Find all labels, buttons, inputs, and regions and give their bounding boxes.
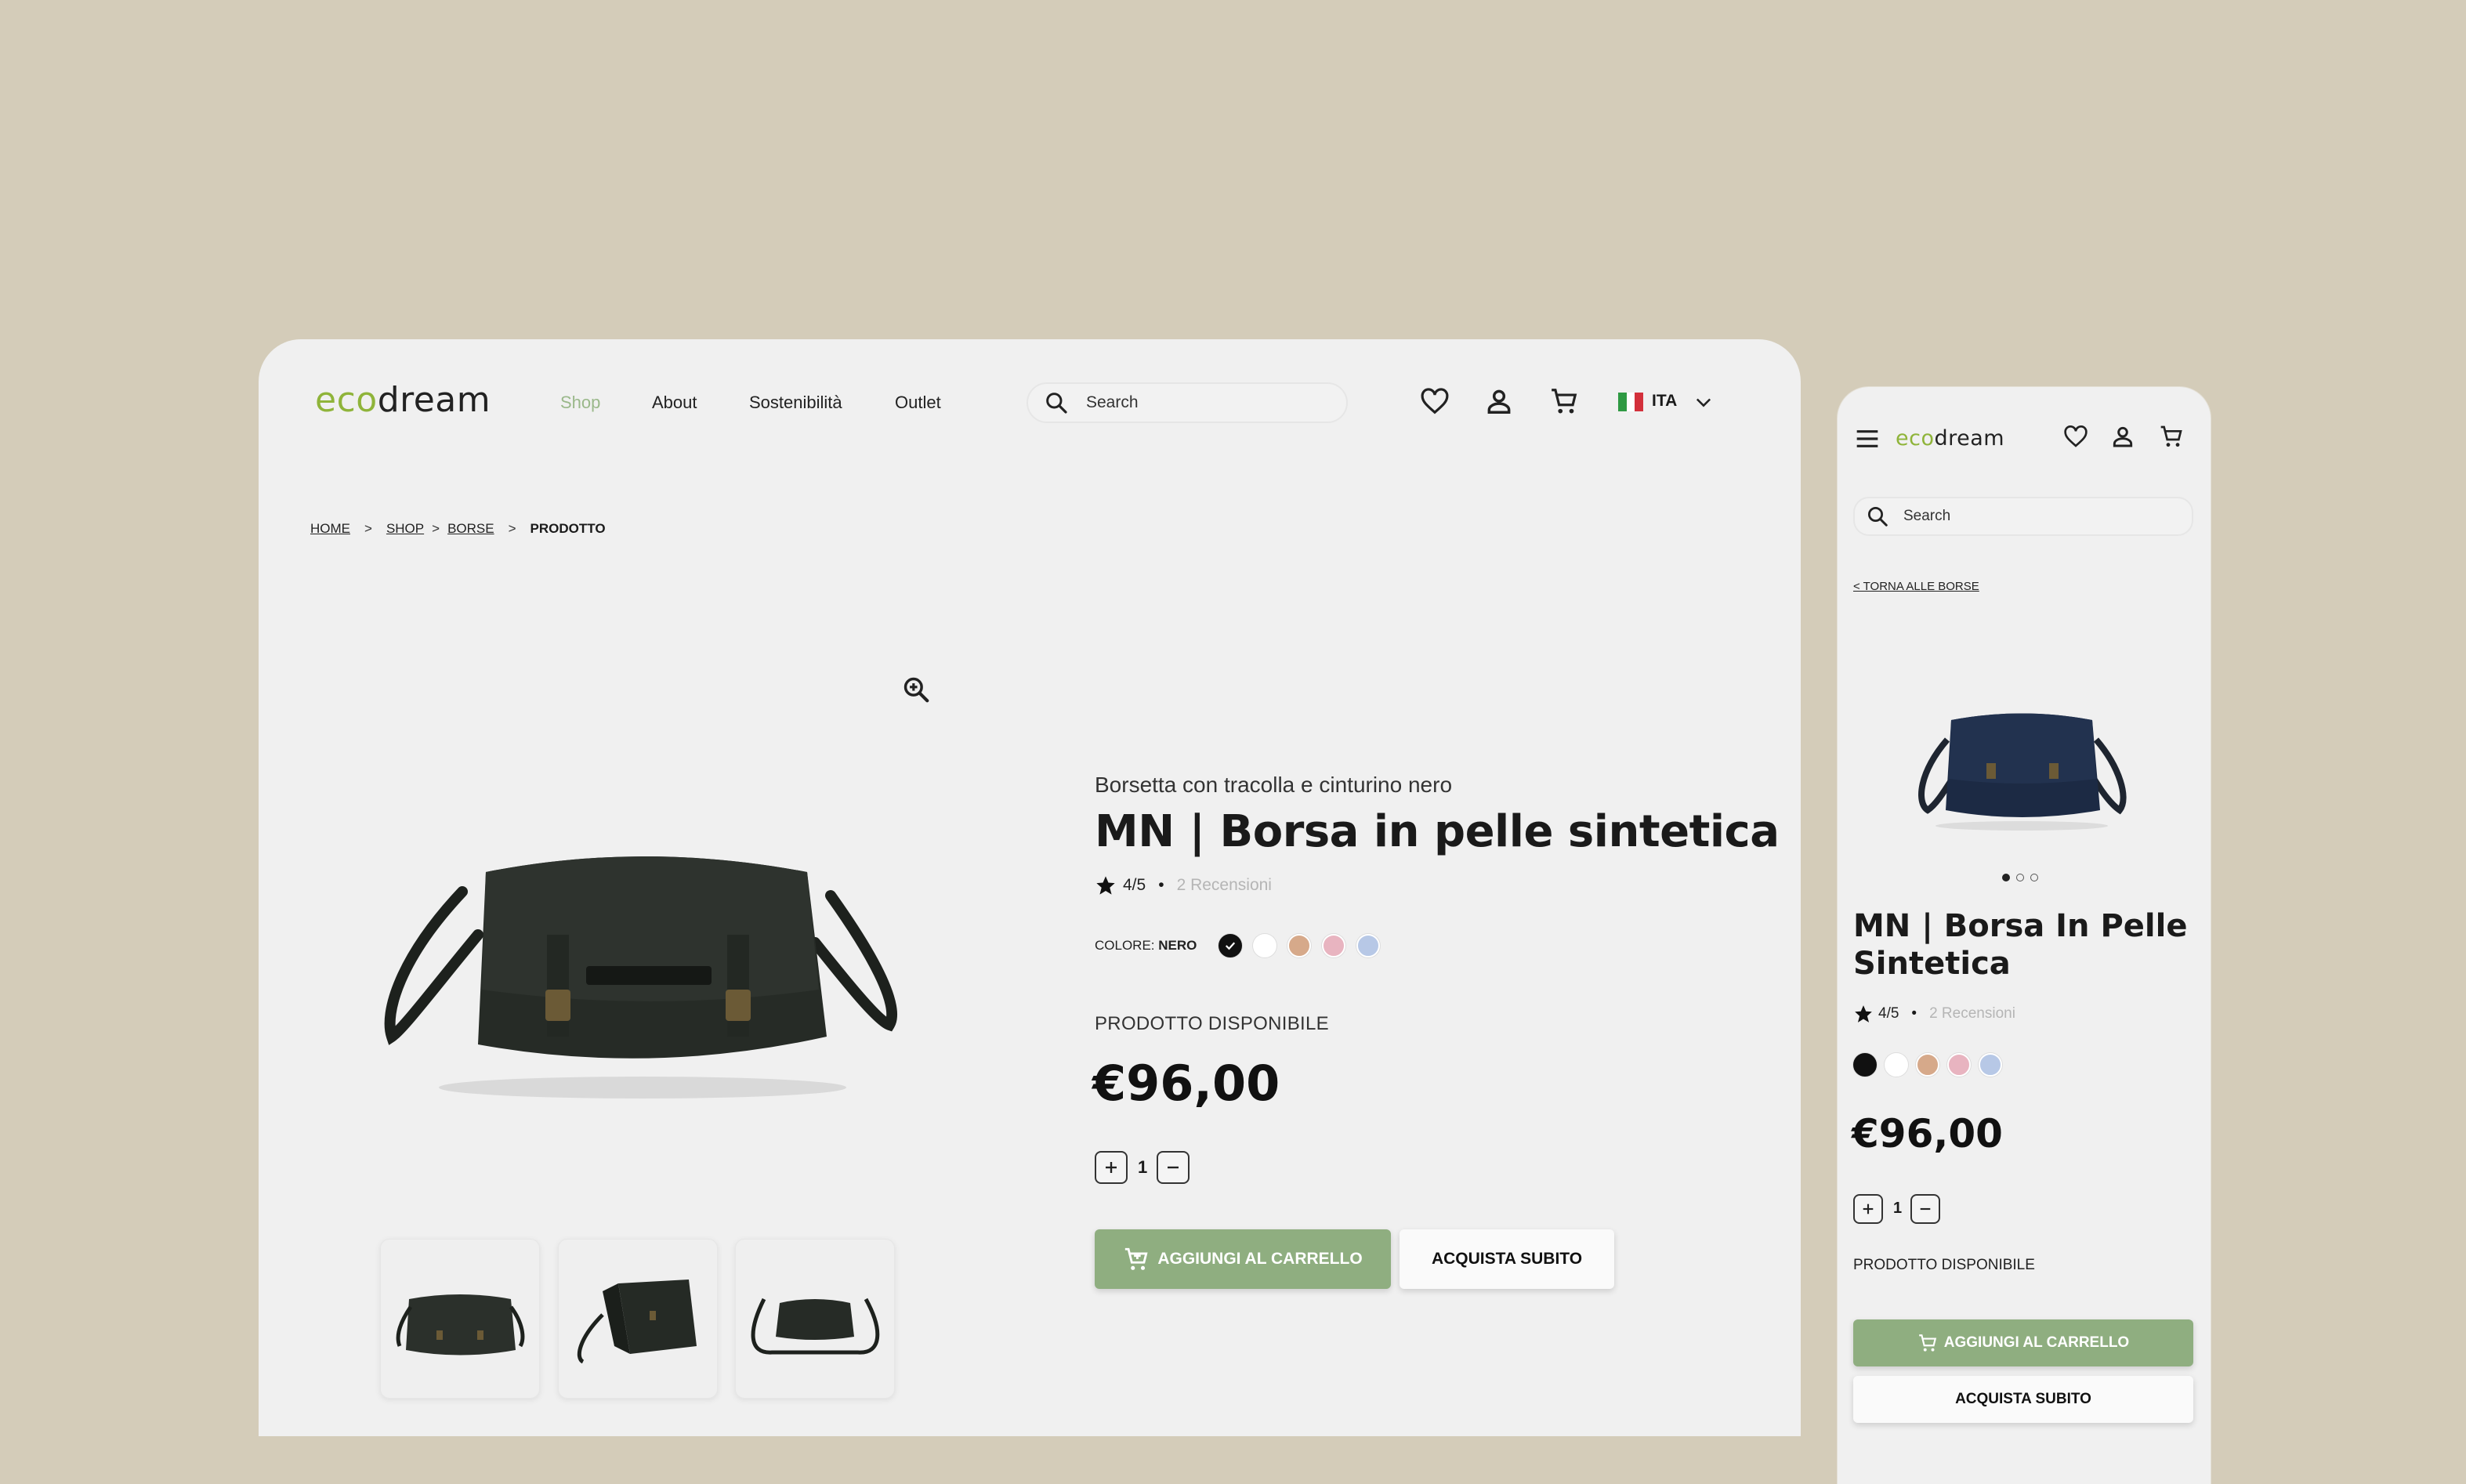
- wishlist-heart-icon[interactable]: [1420, 387, 1450, 415]
- reviews-link[interactable]: 2 Recensioni: [1177, 876, 1272, 895]
- search-input[interactable]: Search: [1853, 497, 2193, 536]
- color-swatch-white[interactable]: [1885, 1053, 1908, 1077]
- color-swatch-tan[interactable]: [1916, 1053, 1939, 1077]
- plus-icon: [1106, 1162, 1117, 1173]
- carousel-indicator: [2002, 874, 2038, 881]
- carousel-dot[interactable]: [2030, 874, 2038, 881]
- buy-now-button[interactable]: ACQUISTA SUBITO: [1400, 1229, 1614, 1289]
- rating-value: 4/5: [1123, 876, 1146, 894]
- search-placeholder: Search: [1086, 393, 1139, 411]
- add-to-cart-button[interactable]: AGGIUNGI AL CARRELLO: [1095, 1229, 1391, 1289]
- nav-shop[interactable]: Shop: [560, 393, 600, 413]
- language-selector[interactable]: ITA: [1652, 392, 1677, 411]
- star-icon: [1096, 876, 1115, 895]
- rating-value: 4/5: [1878, 1005, 1899, 1022]
- mobile-frame: ecodream Search < TORNA ALLE BORSE MN | …: [1838, 387, 2211, 1484]
- chevron-down-icon[interactable]: [1693, 391, 1715, 413]
- product-price: €96,00: [1092, 1055, 1280, 1112]
- product-main-image[interactable]: [1908, 685, 2135, 834]
- breadcrumb: HOME > SHOP > BORSE > PRODOTTO: [310, 521, 606, 537]
- product-thumbnail[interactable]: [735, 1239, 895, 1399]
- availability-status: PRODOTTO DISPONIBILE: [1853, 1257, 2035, 1273]
- quantity-increase-button[interactable]: [1853, 1194, 1883, 1224]
- color-swatch-white[interactable]: [1253, 934, 1276, 957]
- logo[interactable]: ecodream: [1896, 426, 2004, 451]
- search-icon: [1046, 393, 1067, 414]
- nav-about[interactable]: About: [652, 393, 697, 413]
- product-rating: 4/5 • 2 Recensioni: [1853, 1004, 2015, 1024]
- cart-icon[interactable]: [2159, 424, 2184, 449]
- search-input[interactable]: Search: [1027, 382, 1348, 423]
- quantity-decrease-button[interactable]: [1910, 1194, 1940, 1224]
- quantity-value: 1: [1893, 1200, 1903, 1217]
- italy-flag-icon[interactable]: [1618, 393, 1644, 411]
- color-value: NERO: [1158, 938, 1197, 953]
- account-user-icon[interactable]: [1484, 386, 1514, 416]
- color-swatch-blue[interactable]: [1356, 934, 1380, 957]
- reviews-link[interactable]: 2 Recensioni: [1929, 1005, 2015, 1023]
- color-label: COLORE: NERO: [1095, 938, 1197, 953]
- wishlist-heart-icon[interactable]: [2063, 425, 2088, 448]
- quantity-decrease-button[interactable]: [1157, 1151, 1190, 1184]
- breadcrumb-home[interactable]: HOME: [310, 521, 350, 537]
- nav-outlet[interactable]: Outlet: [895, 393, 941, 413]
- carousel-dot[interactable]: [2002, 874, 2010, 881]
- search-placeholder: Search: [1903, 508, 1951, 524]
- plus-icon: [1863, 1203, 1874, 1214]
- back-to-bags-link[interactable]: < TORNA ALLE BORSE: [1853, 580, 1979, 593]
- product-title: MN | Borsa In Pelle Sintetica: [1853, 908, 2188, 982]
- add-cart-icon: [1125, 1247, 1148, 1270]
- product-thumbnail[interactable]: [380, 1239, 540, 1399]
- color-swatch-tan[interactable]: [1287, 934, 1311, 957]
- product-subtitle: Borsetta con tracolla e cinturino nero: [1095, 773, 1453, 797]
- cart-icon[interactable]: [1549, 386, 1579, 416]
- minus-icon: [1168, 1166, 1179, 1169]
- quantity-increase-button[interactable]: [1095, 1151, 1128, 1184]
- color-swatch-black[interactable]: [1853, 1053, 1877, 1077]
- product-price: €96,00: [1852, 1111, 2003, 1156]
- zoom-in-icon[interactable]: [901, 675, 931, 704]
- logo[interactable]: ecodream: [315, 380, 491, 420]
- account-user-icon[interactable]: [2110, 424, 2135, 449]
- product-main-image[interactable]: [368, 778, 917, 1107]
- breadcrumb-shop[interactable]: SHOP: [386, 521, 424, 537]
- product-thumbnail[interactable]: [558, 1239, 718, 1399]
- desktop-frame: ecodream Shop About Sostenibilità Outlet…: [259, 339, 1801, 1436]
- add-cart-icon: [1918, 1334, 1936, 1352]
- star-icon: [1855, 1005, 1872, 1023]
- product-rating: 4/5 • 2 Recensioni: [1095, 874, 1272, 896]
- check-icon: [1225, 942, 1236, 950]
- nav-sostenibilita[interactable]: Sostenibilità: [749, 393, 842, 413]
- color-swatch-pink[interactable]: [1322, 934, 1345, 957]
- buy-now-button[interactable]: ACQUISTA SUBITO: [1853, 1376, 2193, 1423]
- hamburger-menu-icon[interactable]: [1855, 426, 1880, 451]
- quantity-value: 1: [1138, 1157, 1148, 1177]
- color-swatch-blue[interactable]: [1979, 1053, 2002, 1077]
- add-to-cart-button[interactable]: AGGIUNGI AL CARRELLO: [1853, 1319, 2193, 1366]
- color-swatch-black[interactable]: [1219, 934, 1242, 957]
- minus-icon: [1920, 1207, 1931, 1211]
- product-title: MN | Borsa in pelle sintetica: [1095, 806, 1780, 857]
- color-swatch-pink[interactable]: [1947, 1053, 1971, 1077]
- carousel-dot[interactable]: [2016, 874, 2024, 881]
- search-icon: [1868, 507, 1888, 527]
- breadcrumb-bags[interactable]: BORSE: [447, 521, 494, 537]
- breadcrumb-current: PRODOTTO: [530, 521, 606, 536]
- availability-status: PRODOTTO DISPONIBILE: [1095, 1013, 1329, 1034]
